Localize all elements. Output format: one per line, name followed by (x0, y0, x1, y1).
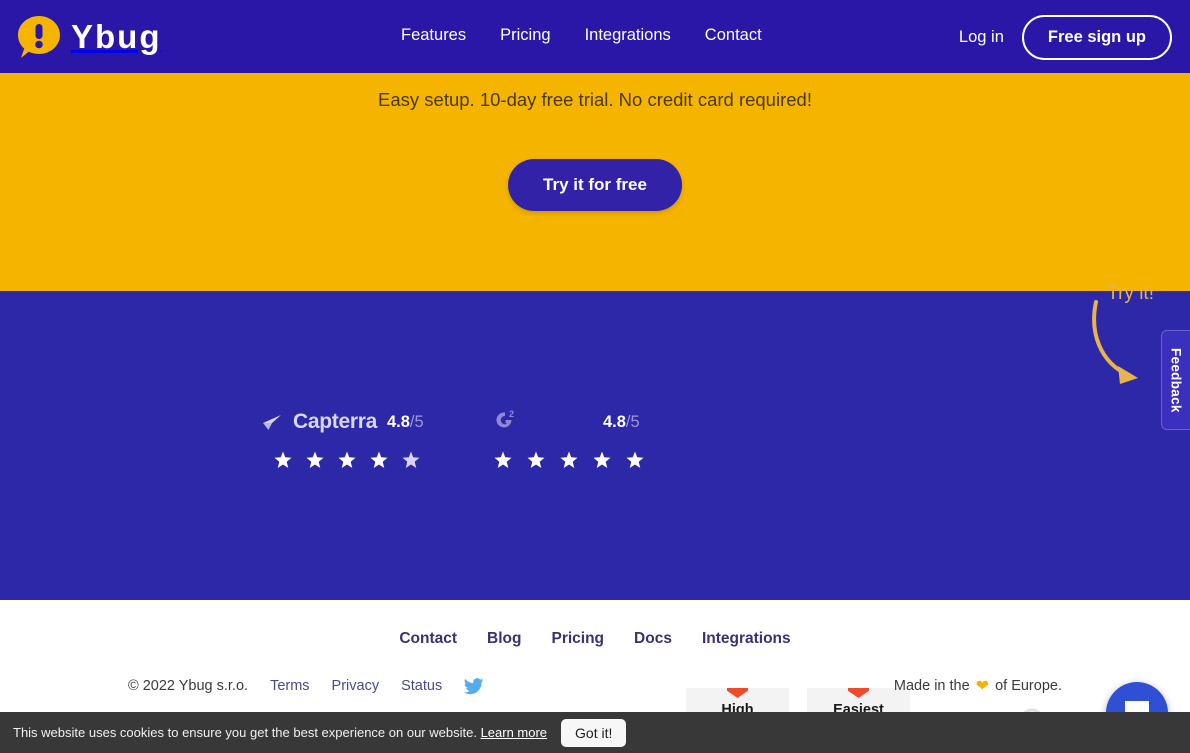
cookie-message: This website uses cookies to ensure you … (13, 725, 547, 740)
g2-logo-icon: 2 (490, 406, 518, 439)
site-footer: Contact Blog Pricing Docs Integrations ©… (0, 600, 1190, 695)
curved-arrow-icon (1086, 300, 1148, 405)
capterra-logo-icon (262, 412, 283, 432)
header-actions: Log in Free sign up (959, 15, 1172, 60)
ratings-row: Capterra 4.8/5 2 4.8/5 (262, 407, 644, 469)
star-icon (626, 451, 644, 469)
footer-link-status[interactable]: Status (401, 678, 442, 694)
star-icon (494, 451, 512, 469)
cookie-accept-button[interactable]: Got it! (561, 718, 627, 747)
rating-g2: 2 4.8/5 (490, 407, 644, 469)
footer-link-integrations[interactable]: Integrations (702, 630, 791, 648)
main-nav: Features Pricing Integrations Contact (401, 26, 762, 45)
star-icon (593, 451, 611, 469)
footer-link-docs[interactable]: Docs (634, 630, 672, 648)
star-icon (274, 451, 292, 469)
cta-band: Easy setup. 10-day free trial. No credit… (0, 73, 1190, 291)
brand-name: Ybug (71, 18, 162, 55)
footer-nav: Contact Blog Pricing Docs Integrations (0, 630, 1190, 648)
footer-link-pricing[interactable]: Pricing (551, 630, 604, 648)
cookie-consent-bar: This website uses cookies to ensure you … (0, 712, 1190, 753)
copyright-text: © 2022 Ybug s.r.o. (128, 678, 249, 694)
footer-link-terms[interactable]: Terms (270, 678, 309, 694)
g2-score-value: 4.8 (602, 412, 626, 431)
star-icon (306, 451, 324, 469)
twitter-bird-icon[interactable] (464, 677, 484, 695)
g2-score: 4.8/5 (603, 413, 640, 432)
try-it-for-free-button[interactable]: Try it for free (508, 159, 682, 211)
made-in-europe-text: Made in the ❤ of Europe. (894, 676, 1062, 696)
star-icon (527, 451, 545, 469)
cookie-message-text: This website uses cookies to ensure you … (13, 725, 477, 740)
nav-item-integrations[interactable]: Integrations (585, 26, 671, 45)
star-icon (402, 451, 420, 469)
capterra-score: 4.8/5 (387, 413, 424, 432)
rating-capterra: Capterra 4.8/5 (262, 407, 424, 469)
g2-stars (494, 451, 644, 469)
capterra-score-value: 4.8 (386, 412, 410, 431)
feedback-tab-button[interactable]: Feedback (1161, 330, 1190, 430)
social-proof-section: Capterra 4.8/5 2 4.8/5 High Easiest (0, 291, 1190, 753)
yellow-heart-icon: ❤ (975, 678, 990, 695)
site-header: Ybug Features Pricing Integrations Conta… (0, 0, 1190, 73)
cookie-learn-more-link[interactable]: Learn more (481, 725, 547, 740)
g2-score-max: 5 (630, 412, 640, 431)
made-in-suffix: of Europe. (995, 678, 1062, 694)
logo-link[interactable]: Ybug (16, 14, 161, 60)
star-icon (560, 451, 578, 469)
nav-item-features[interactable]: Features (401, 26, 466, 45)
rating-g2-header: 2 4.8/5 (490, 407, 640, 437)
login-link[interactable]: Log in (959, 28, 1004, 47)
made-in-prefix: Made in the (893, 678, 970, 694)
star-icon (338, 451, 356, 469)
svg-text:2: 2 (509, 409, 514, 419)
footer-link-privacy[interactable]: Privacy (332, 678, 380, 694)
nav-item-contact[interactable]: Contact (705, 26, 762, 45)
page-root: Ybug Features Pricing Integrations Conta… (0, 0, 1190, 753)
footer-bottom-bar: © 2022 Ybug s.r.o. Terms Privacy Status … (128, 676, 1062, 696)
rating-capterra-header: Capterra 4.8/5 (262, 407, 424, 437)
capterra-wordmark: Capterra (293, 410, 377, 433)
cta-tagline: Easy setup. 10-day free trial. No credit… (378, 89, 812, 110)
footer-legal: © 2022 Ybug s.r.o. Terms Privacy Status (128, 677, 484, 695)
nav-item-pricing[interactable]: Pricing (500, 26, 550, 45)
footer-link-blog[interactable]: Blog (487, 630, 521, 648)
star-icon (370, 451, 388, 469)
capterra-stars (274, 451, 424, 469)
feedback-tab-label: Feedback (1168, 347, 1184, 413)
footer-link-contact[interactable]: Contact (399, 630, 457, 648)
g2-award-badges: G High Performer 2022 WINTER G Easiest S… (680, 291, 916, 753)
free-signup-button[interactable]: Free sign up (1021, 15, 1172, 60)
exclamation-speech-bubble-icon (16, 14, 62, 60)
capterra-score-max: 5 (414, 412, 424, 431)
